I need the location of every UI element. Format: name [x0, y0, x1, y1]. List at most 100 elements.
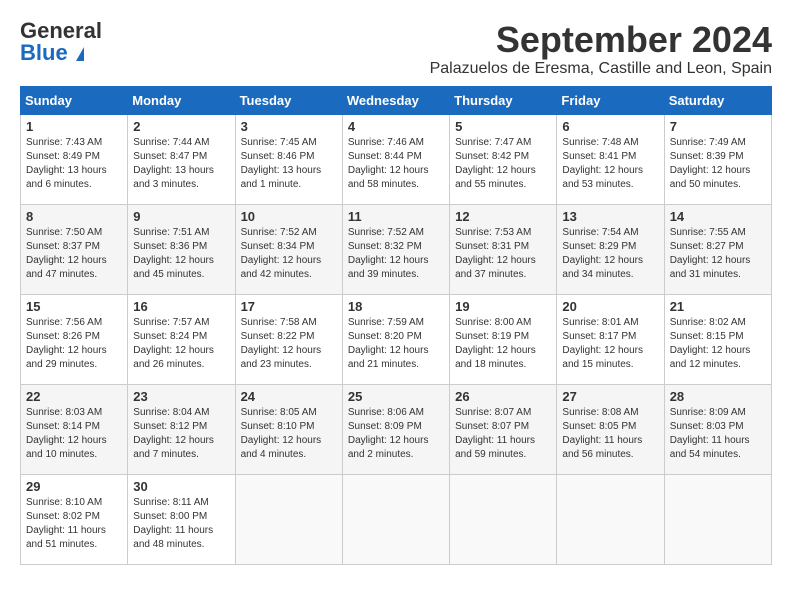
calendar-cell: 13 Sunrise: 7:54 AMSunset: 8:29 PMDayligh…	[557, 204, 664, 294]
day-info: Sunrise: 8:10 AMSunset: 8:02 PMDaylight:…	[26, 496, 122, 552]
calendar-cell: 8Sunrise: 7:50 AMSunset: 8:37 PMDaylight…	[21, 204, 128, 294]
day-info: Sunrise: 8:05 AMSunset: 8:10 PMDaylight:…	[241, 406, 337, 462]
logo-triangle-icon	[76, 47, 84, 61]
day-number: 18	[348, 299, 444, 314]
calendar-cell: 15 Sunrise: 7:56 AMSunset: 8:26 PMDayligh…	[21, 294, 128, 384]
calendar-week-row: 22 Sunrise: 8:03 AMSunset: 8:14 PMDayligh…	[21, 384, 772, 474]
day-info: Sunrise: 7:56 AMSunset: 8:26 PMDaylight:…	[26, 316, 122, 372]
day-info: Sunrise: 7:49 AMSunset: 8:39 PMDaylight:…	[670, 136, 766, 192]
day-number: 28	[670, 389, 766, 404]
calendar-cell: 28 Sunrise: 8:09 AMSunset: 8:03 PMDayligh…	[664, 384, 771, 474]
calendar-cell: 14 Sunrise: 7:55 AMSunset: 8:27 PMDayligh…	[664, 204, 771, 294]
calendar-header-wednesday: Wednesday	[342, 86, 449, 114]
day-number: 3	[241, 119, 337, 134]
calendar-cell	[557, 474, 664, 564]
logo: General Blue	[20, 20, 102, 64]
calendar-cell: 7 Sunrise: 7:49 AMSunset: 8:39 PMDaylight…	[664, 114, 771, 204]
calendar-week-row: 15 Sunrise: 7:56 AMSunset: 8:26 PMDayligh…	[21, 294, 772, 384]
calendar-header-row: SundayMondayTuesdayWednesdayThursdayFrid…	[21, 86, 772, 114]
day-info: Sunrise: 7:47 AMSunset: 8:42 PMDaylight:…	[455, 136, 551, 192]
day-info: Sunrise: 7:43 AMSunset: 8:49 PMDaylight:…	[26, 136, 122, 192]
calendar-cell: 26 Sunrise: 8:07 AMSunset: 8:07 PMDayligh…	[450, 384, 557, 474]
calendar-cell: 20 Sunrise: 8:01 AMSunset: 8:17 PMDayligh…	[557, 294, 664, 384]
day-number: 30	[133, 479, 229, 494]
day-info: Sunrise: 7:45 AMSunset: 8:46 PMDaylight:…	[241, 136, 337, 192]
calendar-header-monday: Monday	[128, 86, 235, 114]
day-info: Sunrise: 7:50 AMSunset: 8:37 PMDaylight:…	[26, 226, 122, 282]
day-number: 15	[26, 299, 122, 314]
location-title: Palazuelos de Eresma, Castille and Leon,…	[430, 60, 772, 78]
calendar-cell: 23 Sunrise: 8:04 AMSunset: 8:12 PMDayligh…	[128, 384, 235, 474]
calendar-header-friday: Friday	[557, 86, 664, 114]
day-number: 12	[455, 209, 551, 224]
calendar-cell: 27Sunrise: 8:08 AMSunset: 8:05 PMDayligh…	[557, 384, 664, 474]
calendar-week-row: 8Sunrise: 7:50 AMSunset: 8:37 PMDaylight…	[21, 204, 772, 294]
day-info: Sunrise: 8:03 AMSunset: 8:14 PMDaylight:…	[26, 406, 122, 462]
calendar-cell: 25Sunrise: 8:06 AMSunset: 8:09 PMDayligh…	[342, 384, 449, 474]
day-info: Sunrise: 7:52 AMSunset: 8:32 PMDaylight:…	[348, 226, 444, 282]
calendar-cell	[342, 474, 449, 564]
day-info: Sunrise: 7:51 AMSunset: 8:36 PMDaylight:…	[133, 226, 229, 282]
day-info: Sunrise: 8:11 AMSunset: 8:00 PMDaylight:…	[133, 496, 229, 552]
page-header: General Blue September 2024 Palazuelos d…	[20, 20, 772, 78]
day-info: Sunrise: 7:44 AMSunset: 8:47 PMDaylight:…	[133, 136, 229, 192]
calendar-cell: 24Sunrise: 8:05 AMSunset: 8:10 PMDayligh…	[235, 384, 342, 474]
day-number: 5	[455, 119, 551, 134]
day-number: 23	[133, 389, 229, 404]
calendar-week-row: 1 Sunrise: 7:43 AMSunset: 8:49 PMDaylight…	[21, 114, 772, 204]
day-info: Sunrise: 7:57 AMSunset: 8:24 PMDaylight:…	[133, 316, 229, 372]
calendar-cell: 4Sunrise: 7:46 AMSunset: 8:44 PMDaylight…	[342, 114, 449, 204]
day-number: 4	[348, 119, 444, 134]
calendar-cell: 29 Sunrise: 8:10 AMSunset: 8:02 PMDayligh…	[21, 474, 128, 564]
calendar-cell: 22 Sunrise: 8:03 AMSunset: 8:14 PMDayligh…	[21, 384, 128, 474]
calendar-cell: 9 Sunrise: 7:51 AMSunset: 8:36 PMDaylight…	[128, 204, 235, 294]
day-number: 22	[26, 389, 122, 404]
logo-blue: Blue	[20, 42, 102, 64]
calendar-cell	[450, 474, 557, 564]
calendar-cell: 2 Sunrise: 7:44 AMSunset: 8:47 PMDaylight…	[128, 114, 235, 204]
day-number: 7	[670, 119, 766, 134]
day-number: 6	[562, 119, 658, 134]
calendar-week-row: 29 Sunrise: 8:10 AMSunset: 8:02 PMDayligh…	[21, 474, 772, 564]
day-number: 26	[455, 389, 551, 404]
day-info: Sunrise: 7:55 AMSunset: 8:27 PMDaylight:…	[670, 226, 766, 282]
calendar-cell	[235, 474, 342, 564]
day-info: Sunrise: 7:52 AMSunset: 8:34 PMDaylight:…	[241, 226, 337, 282]
calendar-cell: 30 Sunrise: 8:11 AMSunset: 8:00 PMDayligh…	[128, 474, 235, 564]
calendar-cell: 21 Sunrise: 8:02 AMSunset: 8:15 PMDayligh…	[664, 294, 771, 384]
day-number: 29	[26, 479, 122, 494]
day-number: 2	[133, 119, 229, 134]
calendar-header-tuesday: Tuesday	[235, 86, 342, 114]
day-info: Sunrise: 8:04 AMSunset: 8:12 PMDaylight:…	[133, 406, 229, 462]
day-info: Sunrise: 7:54 AMSunset: 8:29 PMDaylight:…	[562, 226, 658, 282]
day-info: Sunrise: 8:01 AMSunset: 8:17 PMDaylight:…	[562, 316, 658, 372]
day-info: Sunrise: 8:00 AMSunset: 8:19 PMDaylight:…	[455, 316, 551, 372]
day-info: Sunrise: 7:58 AMSunset: 8:22 PMDaylight:…	[241, 316, 337, 372]
calendar-cell: 10Sunrise: 7:52 AMSunset: 8:34 PMDayligh…	[235, 204, 342, 294]
calendar-cell: 12 Sunrise: 7:53 AMSunset: 8:31 PMDayligh…	[450, 204, 557, 294]
day-info: Sunrise: 7:59 AMSunset: 8:20 PMDaylight:…	[348, 316, 444, 372]
day-number: 11	[348, 209, 444, 224]
title-area: September 2024 Palazuelos de Eresma, Cas…	[430, 20, 772, 78]
day-info: Sunrise: 8:08 AMSunset: 8:05 PMDaylight:…	[562, 406, 658, 462]
day-number: 14	[670, 209, 766, 224]
day-info: Sunrise: 7:53 AMSunset: 8:31 PMDaylight:…	[455, 226, 551, 282]
day-number: 9	[133, 209, 229, 224]
day-info: Sunrise: 8:02 AMSunset: 8:15 PMDaylight:…	[670, 316, 766, 372]
day-number: 20	[562, 299, 658, 314]
day-number: 13	[562, 209, 658, 224]
calendar-cell: 6Sunrise: 7:48 AMSunset: 8:41 PMDaylight…	[557, 114, 664, 204]
calendar-cell: 16 Sunrise: 7:57 AMSunset: 8:24 PMDayligh…	[128, 294, 235, 384]
day-info: Sunrise: 8:09 AMSunset: 8:03 PMDaylight:…	[670, 406, 766, 462]
calendar-cell	[664, 474, 771, 564]
day-number: 21	[670, 299, 766, 314]
logo-general: General	[20, 20, 102, 42]
calendar-cell: 5 Sunrise: 7:47 AMSunset: 8:42 PMDaylight…	[450, 114, 557, 204]
calendar-cell: 11 Sunrise: 7:52 AMSunset: 8:32 PMDayligh…	[342, 204, 449, 294]
day-info: Sunrise: 8:07 AMSunset: 8:07 PMDaylight:…	[455, 406, 551, 462]
calendar-cell: 19Sunrise: 8:00 AMSunset: 8:19 PMDayligh…	[450, 294, 557, 384]
calendar-header-sunday: Sunday	[21, 86, 128, 114]
day-number: 16	[133, 299, 229, 314]
calendar-cell: 3 Sunrise: 7:45 AMSunset: 8:46 PMDaylight…	[235, 114, 342, 204]
day-number: 1	[26, 119, 122, 134]
